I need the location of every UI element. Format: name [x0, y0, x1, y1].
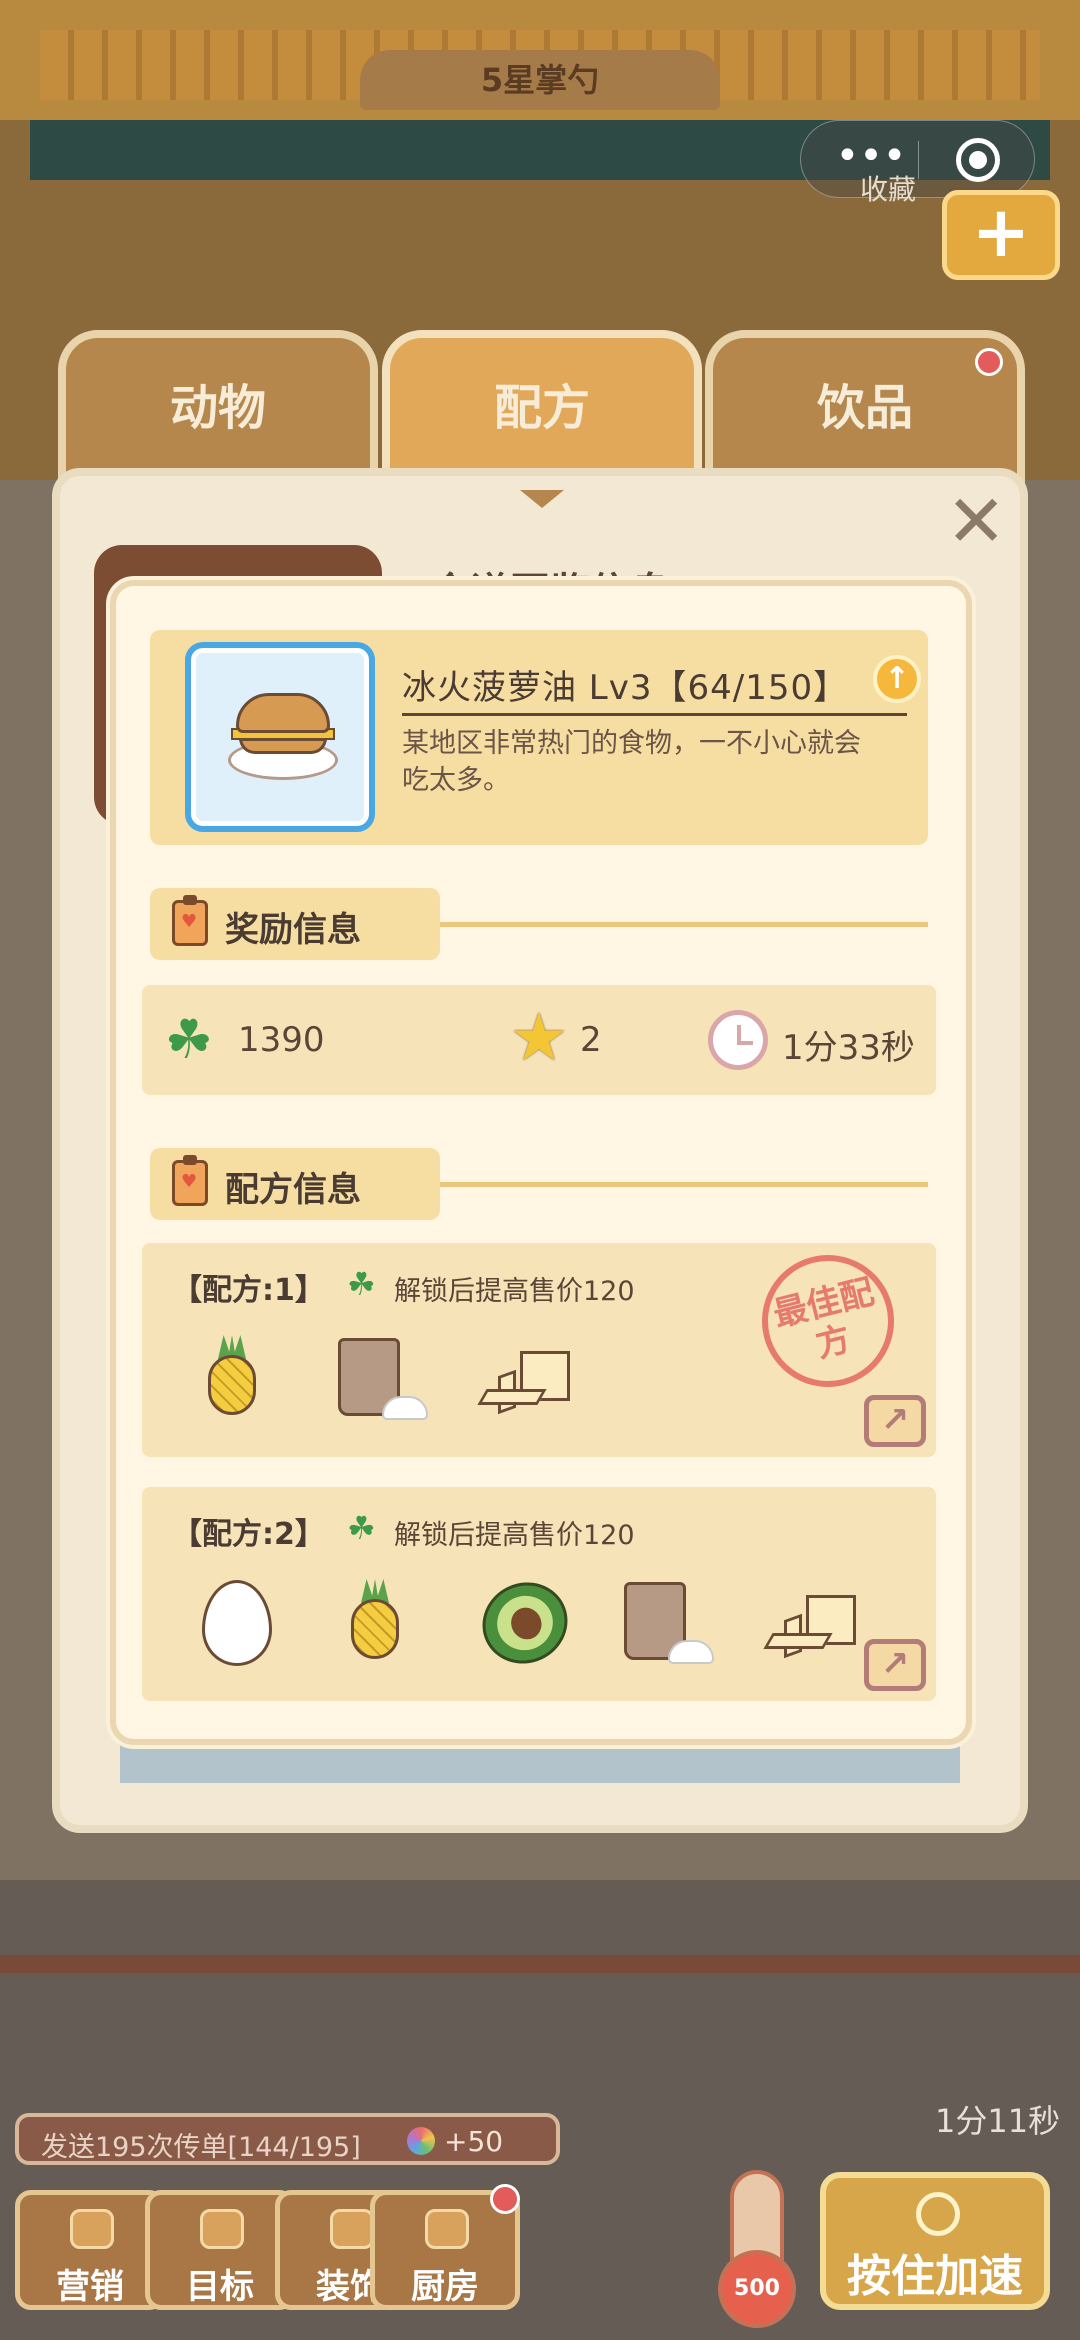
hold-to-speed-up-button[interactable]: 按住加速 [820, 2172, 1050, 2310]
close-icon[interactable]: ✕ [946, 485, 1006, 557]
butter-icon [477, 1351, 572, 1421]
bun-bottom [239, 738, 327, 754]
food-name: 冰火菠萝油 Lv3【64/150】 [402, 668, 849, 708]
clover-icon: ☘ [347, 1265, 376, 1303]
target-icon [200, 2209, 244, 2249]
goal-label: 目标 [186, 2267, 254, 2307]
speed-up-label: 按住加速 [847, 2251, 1023, 2302]
kitchen-label: 厨房 [411, 2267, 479, 2307]
recipe-bonus: 解锁后提高售价120 [394, 1520, 635, 1551]
pineapple-icon [347, 1579, 403, 1659]
pineapple-bun-icon [236, 693, 330, 733]
marketing-button[interactable]: 营销 [15, 2190, 165, 2310]
quest-bar[interactable]: 发送195次传单[144/195] +50 [15, 2113, 560, 2165]
name-underline [402, 713, 907, 716]
section-divider [440, 1182, 928, 1187]
clover-icon: ☘ [347, 1509, 376, 1547]
goal-button[interactable]: 目标 [145, 2190, 295, 2310]
egg-icon [202, 1580, 272, 1666]
star-reward-value: 2 [580, 1020, 602, 1060]
cook-time-value: 1分33秒 [782, 1028, 915, 1068]
pineapple-icon [204, 1335, 260, 1415]
recipe-section-tag: 配方信息 [150, 1148, 440, 1220]
collect-label: 收藏 [860, 173, 917, 206]
best-recipe-stamp: 最佳配方 [747, 1240, 909, 1402]
close-miniprogram-icon[interactable] [956, 138, 1000, 182]
share-recipe-1-button[interactable]: ↗ [864, 1395, 926, 1447]
paint-roller-icon [330, 2209, 374, 2249]
floor-band [0, 1955, 1080, 1973]
clipboard-icon [172, 1155, 208, 1206]
food-image-frame [185, 642, 375, 832]
recipe-card-1: 【配方:1】 ☘ 解锁后提高售价120 最佳配方 ↗ [142, 1240, 936, 1457]
quest-reward: +50 [444, 2125, 504, 2158]
star-icon: ★ [509, 999, 569, 1076]
shop-rating-sign: 5星掌勺 [360, 50, 720, 110]
kitchen-notification-dot [490, 2184, 520, 2214]
reward-section-title: 奖励信息 [225, 910, 361, 950]
clover-reward-value: 1390 [238, 1020, 325, 1060]
clipboard-icon [172, 895, 208, 946]
customer-timer: 1分11秒 [935, 2102, 1061, 2140]
clover-icon: ☘ [164, 1008, 214, 1071]
quest-text: 发送195次传单[144/195] [41, 2132, 361, 2163]
miniprogram-capsule: ••• [800, 120, 1035, 198]
flour-bag-icon [338, 1338, 428, 1424]
recipe-bonus: 解锁后提高售价120 [394, 1276, 635, 1307]
food-description: 某地区非常热门的食物，一不小心就会吃太多。 [402, 728, 861, 796]
recipe-section-title: 配方信息 [225, 1170, 361, 1210]
recipe-title: 【配方:2】 [172, 1517, 325, 1552]
upgrade-icon[interactable]: ↑ [873, 655, 921, 703]
candy-icon [407, 2127, 435, 2155]
section-divider [440, 922, 928, 927]
tab-animals[interactable]: 动物 [58, 330, 378, 485]
capsule-divider [918, 141, 919, 179]
reward-section-tag: 奖励信息 [150, 888, 440, 960]
cooking-pot-icon [425, 2209, 469, 2249]
flour-bag-icon [624, 1582, 714, 1668]
butter-icon [763, 1595, 858, 1665]
avocado-icon [469, 1568, 581, 1678]
megaphone-icon [70, 2209, 114, 2249]
recipe-title: 【配方:1】 [172, 1273, 325, 1308]
drinks-notification-dot [975, 348, 1003, 376]
speed-icon [916, 2192, 960, 2236]
share-recipe-2-button[interactable]: ↗ [864, 1639, 926, 1691]
add-button[interactable]: + [942, 190, 1060, 280]
clock-icon [708, 1010, 768, 1070]
active-tab-arrow [520, 490, 564, 508]
recipe-card-2: 【配方:2】 ☘ 解锁后提高售价120 ↗ [142, 1487, 936, 1701]
thermometer-value: 500 [718, 2250, 796, 2328]
marketing-label: 营销 [56, 2267, 124, 2307]
